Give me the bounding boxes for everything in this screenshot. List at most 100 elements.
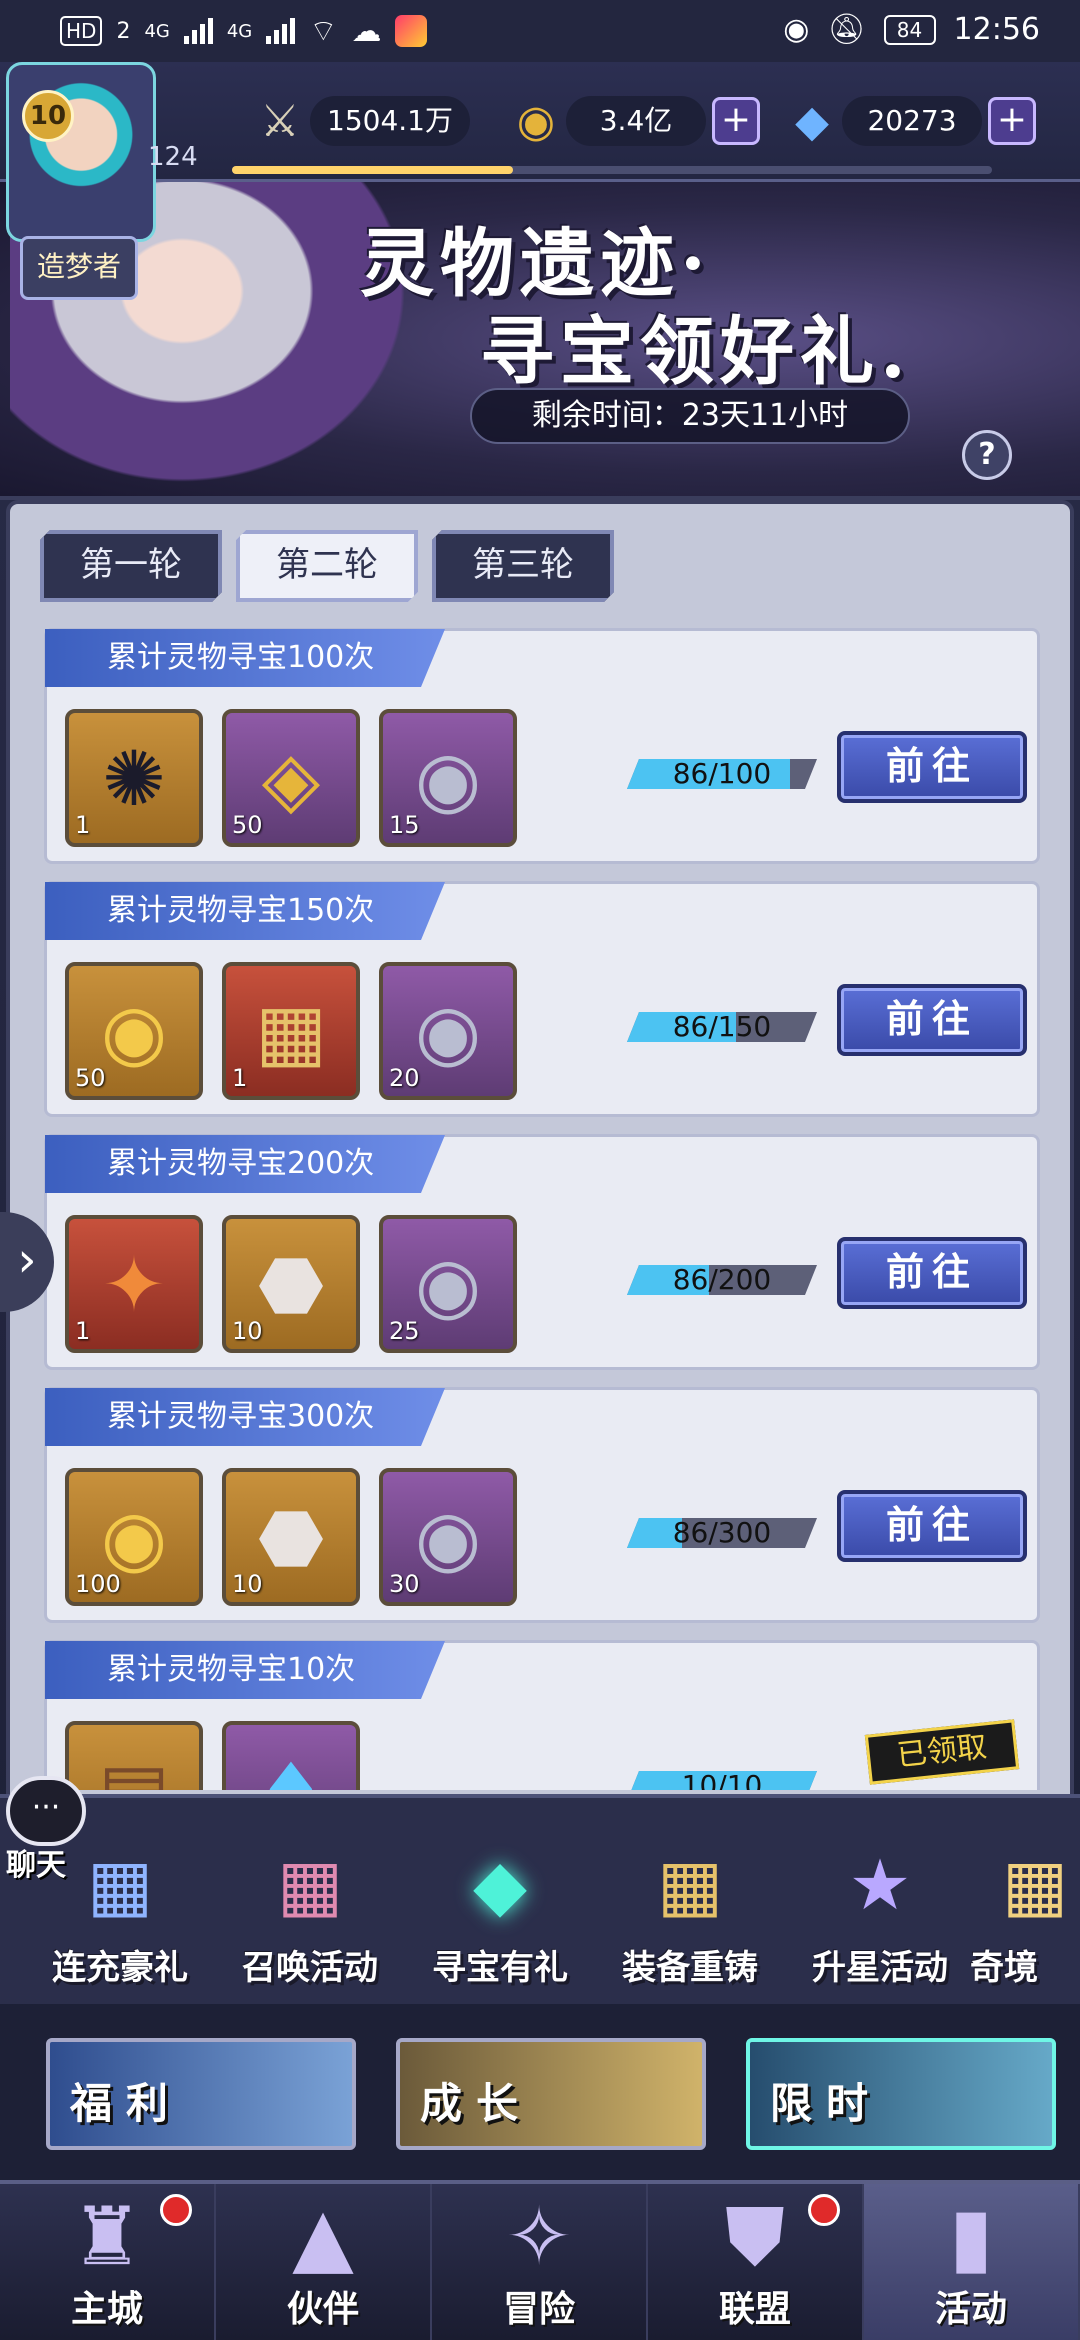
growth-button[interactable]: 成长	[396, 2038, 706, 2150]
reward-list: ◉ 100 ⬣ 10 ◉ 30	[65, 1468, 517, 1606]
reward-item[interactable]: ▦ 1	[222, 962, 360, 1100]
network-type-2: 4G	[226, 20, 253, 42]
reward-count: 1	[232, 1064, 248, 1092]
limited-button[interactable]: 限时	[746, 2038, 1056, 2150]
scroll-icon: ▤	[98, 1745, 170, 1791]
cards-icon: ▮	[948, 2190, 994, 2283]
reward-count: 15	[389, 811, 420, 839]
event-label: 连充豪礼	[52, 1948, 188, 1988]
task-title: 累计灵物寻宝10次	[45, 1641, 445, 1699]
summon-gift-icon: ▦	[276, 1844, 344, 1926]
gold-value: 3.4亿	[566, 96, 706, 146]
reward-count: 50	[232, 811, 263, 839]
reward-list: ✦ 1 ⬣ 10 ◉ 25	[65, 1215, 517, 1353]
reward-count: 1	[75, 811, 91, 839]
nav-label: 主城	[70, 2288, 143, 2330]
reward-count: 10	[232, 1317, 263, 1345]
star-gift-icon: ★	[848, 1844, 912, 1926]
reward-item[interactable]: ⬣ 10	[222, 1215, 360, 1353]
reward-item[interactable]: ♦	[222, 1721, 360, 1790]
nav-label: 伙伴	[286, 2288, 359, 2330]
nav-partners[interactable]: ▲ 伙伴	[216, 2184, 432, 2340]
status-left: HD 2 4G 4G ⌔ ☁	[60, 12, 428, 50]
event-equipment-recast[interactable]: ▦ 装备重铸	[590, 1830, 790, 2000]
player-level-badge: 10	[22, 90, 74, 142]
gold-medal-icon: ◉	[100, 986, 168, 1076]
app-screen: HD 2 4G 4G ⌔ ☁ ◉ 🔕︎ 84 12:56 10 124 造梦者 …	[0, 0, 1080, 2340]
reward-item[interactable]: ◉ 100	[65, 1468, 203, 1606]
silver-medal-icon: ◉	[414, 733, 482, 823]
tab-round-2[interactable]: 第二轮	[236, 530, 418, 602]
chat-label: 聊天	[6, 1848, 66, 1883]
power-value: 1504.1万	[310, 96, 470, 146]
tab-round-3[interactable]: 第三轮	[432, 530, 614, 602]
bottom-nav: ♜ 主城 ▲ 伙伴 ✧ 冒险 ⛊ 联盟 ▮ 活动	[0, 2180, 1080, 2340]
nav-activities[interactable]: ▮ 活动	[864, 2184, 1080, 2340]
avatar[interactable]	[6, 62, 156, 242]
gold-medal-icon: ◉	[100, 1492, 168, 1582]
event-label: 寻宝有礼	[432, 1948, 568, 1988]
gold-resource: ◉ 3.4亿 +	[506, 86, 760, 156]
silver-medal-icon: ◉	[414, 1492, 482, 1582]
task-card: 累计灵物寻宝150次 ◉ 50 ▦ 1 ◉ 20 86/150 前往	[44, 881, 1040, 1117]
app-notification-icon	[395, 15, 428, 47]
event-label: 升星活动	[812, 1948, 948, 1988]
reward-item[interactable]: ◉ 20	[379, 962, 517, 1100]
help-button[interactable]: ?	[962, 430, 1012, 480]
tab-round-1[interactable]: 第一轮	[40, 530, 222, 602]
event-summon[interactable]: ▦ 召唤活动	[210, 1830, 410, 2000]
go-button[interactable]: 前往	[837, 984, 1027, 1056]
reward-item[interactable]: ◉ 15	[379, 709, 517, 847]
reward-count: 100	[75, 1570, 121, 1598]
event-label: 召唤活动	[242, 1948, 378, 1988]
reward-list: ✺ 1 ◈ 50 ◉ 15	[65, 709, 517, 847]
reward-item[interactable]: ⬣ 10	[222, 1468, 360, 1606]
go-button[interactable]: 前往	[837, 1490, 1027, 1562]
reward-item[interactable]: ◉ 50	[65, 962, 203, 1100]
go-button[interactable]: 前往	[837, 1237, 1027, 1309]
reward-item[interactable]: ✦ 1	[65, 1215, 203, 1353]
notification-dot	[160, 2194, 192, 2226]
exp-level: 124	[148, 142, 198, 172]
add-gold-button[interactable]: +	[712, 97, 760, 145]
status-right: ◉ 🔕︎ 84 12:56	[783, 12, 1040, 47]
reward-count: 50	[75, 1064, 106, 1092]
reward-count: 25	[389, 1317, 420, 1345]
player-title-badge[interactable]: 造梦者	[20, 236, 138, 300]
nav-main-city[interactable]: ♜ 主城	[0, 2184, 216, 2340]
task-list[interactable]: 累计灵物寻宝100次 ✺ 1 ◈ 50 ◉ 15 86/100 前往 累计灵物寻宝15…	[44, 628, 1040, 1790]
notification-dot	[808, 2194, 840, 2226]
reward-item[interactable]: ◈ 50	[222, 709, 360, 847]
nav-label: 冒险	[502, 2288, 575, 2330]
reward-count: 10	[232, 1570, 263, 1598]
task-progress-bar: 86/200	[627, 1265, 817, 1295]
chat-bubble-icon: ···	[6, 1776, 86, 1846]
treasure-chest-icon: ◆	[473, 1844, 527, 1926]
event-star-up[interactable]: ★ 升星活动	[780, 1830, 980, 2000]
go-button[interactable]: 前往	[837, 731, 1027, 803]
equipment-gift-icon: ▦	[656, 1844, 724, 1926]
nav-adventure[interactable]: ✧ 冒险	[432, 2184, 648, 2340]
signal-icon-2	[266, 18, 296, 44]
xp-bar	[232, 166, 992, 174]
reward-count: 1	[75, 1317, 91, 1345]
welfare-button[interactable]: 福利	[46, 2038, 356, 2150]
progress-text: 86/100	[672, 757, 772, 790]
reward-item[interactable]: ◉ 25	[379, 1215, 517, 1353]
reward-item[interactable]: ✺ 1	[65, 709, 203, 847]
nav-alliance[interactable]: ⛊ 联盟	[648, 2184, 864, 2340]
gold-rune-icon: ◈	[261, 733, 321, 823]
silver-medal-icon: ◉	[414, 986, 482, 1076]
reward-item[interactable]: ◉ 30	[379, 1468, 517, 1606]
battery-icon: 84	[883, 14, 936, 45]
event-treasure-hunt[interactable]: ◆ 寻宝有礼	[400, 1830, 600, 2000]
task-title: 累计灵物寻宝100次	[45, 629, 445, 687]
task-progress-bar: 10/10	[627, 1771, 817, 1790]
round-tabs: 第一轮 第二轮 第三轮	[40, 530, 614, 602]
task-progress-bar: 86/150	[627, 1012, 817, 1042]
event-wonderland[interactable]: ▦ 奇境	[970, 1830, 1080, 2000]
chat-button[interactable]: ··· 聊天	[6, 1776, 94, 1883]
progress-text: 10/10	[681, 1769, 763, 1790]
hd-indicator: HD	[60, 16, 103, 46]
add-diamond-button[interactable]: +	[988, 97, 1036, 145]
